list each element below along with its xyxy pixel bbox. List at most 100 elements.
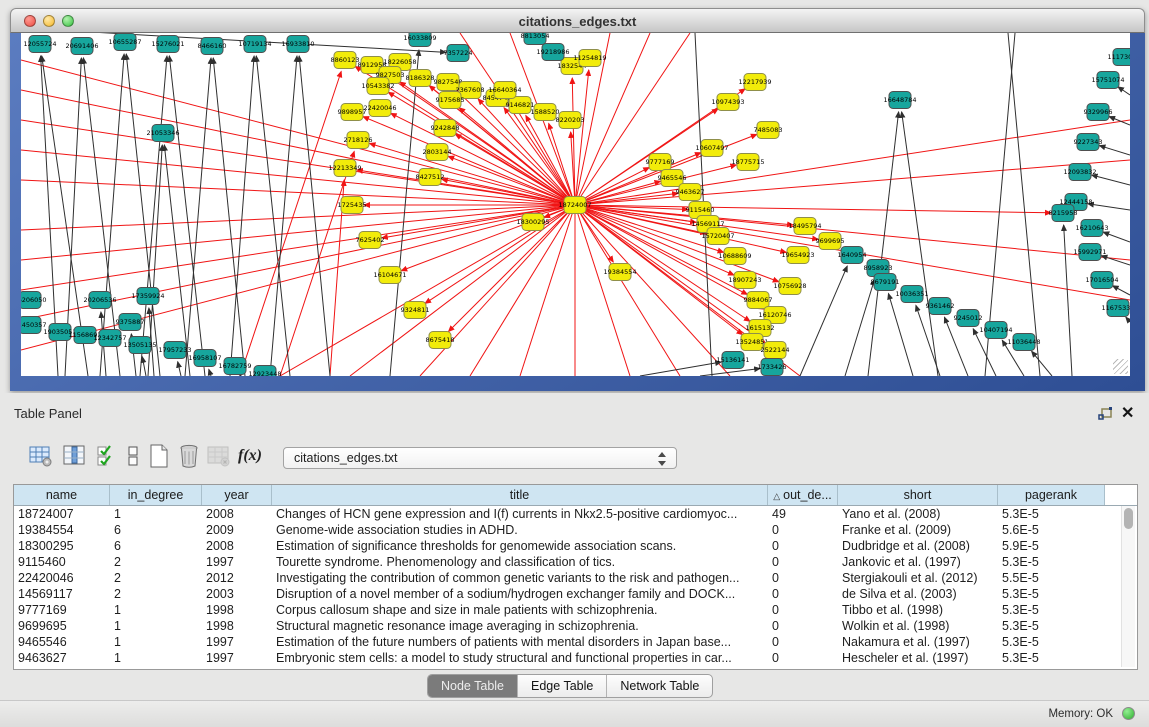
network-node[interactable]: 10655287 xyxy=(108,34,141,51)
float-window-icon[interactable] xyxy=(1097,407,1115,423)
function-builder-icon[interactable]: f(x) xyxy=(238,443,264,471)
column-header-title[interactable]: title xyxy=(272,485,768,505)
network-node[interactable]: 10036351 xyxy=(895,286,928,303)
network-node[interactable]: 15751074 xyxy=(1091,72,1124,89)
new-table-icon[interactable] xyxy=(146,443,172,471)
network-node[interactable]: 12213349 xyxy=(328,160,361,177)
network-node[interactable]: 12923448 xyxy=(248,366,281,377)
table-row[interactable]: 1872400712008Changes of HCN gene express… xyxy=(14,506,1137,522)
network-node[interactable]: 8813054 xyxy=(521,33,550,45)
network-node[interactable]: 11675335 xyxy=(1101,300,1130,317)
select-all-icon[interactable] xyxy=(96,443,122,471)
window-titlebar[interactable]: citations_edges.txt xyxy=(10,8,1145,33)
network-node[interactable]: 18907243 xyxy=(728,272,761,289)
network-node[interactable]: 12217939 xyxy=(738,74,771,91)
column-header-pagerank[interactable]: pagerank xyxy=(998,485,1105,505)
table-row[interactable]: 969969511998Structural magnetic resonanc… xyxy=(14,618,1137,634)
column-header-year[interactable]: year xyxy=(202,485,272,505)
network-node[interactable]: 8675418 xyxy=(426,332,455,349)
tab-edge-table[interactable]: Edge Table xyxy=(518,675,607,697)
table-settings-icon[interactable] xyxy=(28,443,54,471)
column-header-short[interactable]: short xyxy=(838,485,998,505)
network-node[interactable]: 8679191 xyxy=(871,274,900,291)
network-node[interactable]: 12055724 xyxy=(23,36,56,53)
network-node[interactable]: 9227343 xyxy=(1074,134,1103,151)
network-node[interactable]: 16958107 xyxy=(188,350,221,367)
network-node[interactable]: 10756928 xyxy=(773,278,806,295)
network-node[interactable]: 17359924 xyxy=(131,288,164,305)
network-node[interactable]: 7485083 xyxy=(754,122,783,139)
network-node[interactable]: 21053346 xyxy=(146,125,179,142)
network-canvas[interactable]: 1830029588601238912958182260589827503818… xyxy=(21,33,1130,376)
cell-in_degree: 1 xyxy=(110,602,202,618)
network-node[interactable]: 12093832 xyxy=(1063,164,1096,181)
network-node[interactable]: 19384554 xyxy=(603,264,636,281)
delete-table-icon[interactable] xyxy=(176,443,202,471)
network-node[interactable]: 8466160 xyxy=(198,38,227,55)
scrollbar-thumb[interactable] xyxy=(1124,508,1133,529)
table-row[interactable]: 946362711997Embryonic stem cells: a mode… xyxy=(14,650,1137,666)
network-node[interactable]: 2803144 xyxy=(423,144,452,161)
tab-network-table[interactable]: Network Table xyxy=(607,675,712,697)
network-node[interactable]: 16210643 xyxy=(1075,220,1108,237)
network-node[interactable]: 9375887 xyxy=(116,314,145,331)
network-node[interactable]: 1725435 xyxy=(338,197,367,214)
network-node[interactable]: 10407194 xyxy=(979,322,1012,339)
network-node[interactable]: 8860123 xyxy=(331,52,360,69)
network-node[interactable]: 9884067 xyxy=(744,292,773,309)
table-row[interactable]: 977716911998Corpus callosum shape and si… xyxy=(14,602,1137,618)
network-node[interactable]: 8186328 xyxy=(406,70,435,87)
network-node[interactable]: 9175685 xyxy=(436,92,465,109)
svg-text:22420046: 22420046 xyxy=(363,104,396,112)
network-node[interactable]: 9463627 xyxy=(676,184,705,201)
network-node[interactable]: 10719134 xyxy=(238,36,271,53)
network-node[interactable]: 16782759 xyxy=(218,358,251,375)
vertical-scrollbar[interactable] xyxy=(1121,506,1135,667)
tab-node-table[interactable]: Node Table xyxy=(428,675,518,697)
network-node[interactable]: 9329966 xyxy=(1084,104,1113,121)
network-node[interactable]: 11173064 xyxy=(1107,49,1130,66)
network-node[interactable]: 18495794 xyxy=(788,218,821,235)
network-node[interactable]: 8220203 xyxy=(556,112,585,129)
network-node[interactable]: 16104671 xyxy=(373,267,406,284)
network-node[interactable]: 18775715 xyxy=(731,154,764,171)
column-header-in_degree[interactable]: in_degree xyxy=(110,485,202,505)
network-node[interactable]: 9699695 xyxy=(816,233,845,250)
network-node[interactable]: 15276021 xyxy=(151,36,184,53)
network-node[interactable]: 7625402 xyxy=(356,232,385,249)
network-node[interactable]: 1733426 xyxy=(758,359,787,376)
column-header-name[interactable]: name xyxy=(14,485,110,505)
network-node[interactable]: 9324811 xyxy=(401,302,430,319)
network-node[interactable]: 9777169 xyxy=(646,154,675,171)
table-row[interactable]: 946554611997Estimation of the future num… xyxy=(14,634,1137,650)
network-node[interactable]: 9245012 xyxy=(954,310,983,327)
toggle-column-icon[interactable] xyxy=(62,443,88,471)
resize-grip[interactable] xyxy=(1113,359,1128,374)
table-row[interactable]: 1456911722003Disruption of a novel membe… xyxy=(14,586,1137,602)
network-node[interactable]: 8215958 xyxy=(1049,205,1078,222)
network-node[interactable]: 1640954 xyxy=(838,247,867,264)
network-node[interactable]: 19654923 xyxy=(781,247,814,264)
network-node[interactable]: 2522144 xyxy=(761,342,790,359)
table-row[interactable]: 911546021997Tourette syndrome. Phenomeno… xyxy=(14,554,1137,570)
close-panel-icon[interactable]: ✕ xyxy=(1121,403,1134,423)
network-node[interactable]: 9898957 xyxy=(338,104,367,121)
table-source-dropdown[interactable]: citations_edges.txt xyxy=(283,447,677,469)
network-node[interactable]: 11036448 xyxy=(1007,334,1040,351)
network-node[interactable]: 9242848 xyxy=(431,120,460,137)
network-node[interactable]: 16648784 xyxy=(883,92,916,109)
network-node[interactable]: 8427512 xyxy=(416,169,445,186)
column-header-out_de[interactable]: △out_de... xyxy=(768,485,838,505)
network-node[interactable]: 15992971 xyxy=(1073,244,1106,261)
table-row[interactable]: 2242004622012Investigating the contribut… xyxy=(14,570,1137,586)
network-node[interactable]: 7357224 xyxy=(444,45,473,62)
network-node[interactable]: 26206050 xyxy=(21,292,47,309)
network-node[interactable]: 16933810 xyxy=(281,36,314,53)
network-node[interactable]: 9361462 xyxy=(926,298,955,315)
network-node[interactable]: 2718126 xyxy=(344,132,373,149)
table-row[interactable]: 1938455462009Genome-wide association stu… xyxy=(14,522,1137,538)
network-node[interactable]: 16033809 xyxy=(403,33,436,47)
network-node[interactable]: 10688609 xyxy=(718,248,751,265)
network-node[interactable]: 20691406 xyxy=(65,38,98,55)
table-row[interactable]: 1830029562008Estimation of significance … xyxy=(14,538,1137,554)
